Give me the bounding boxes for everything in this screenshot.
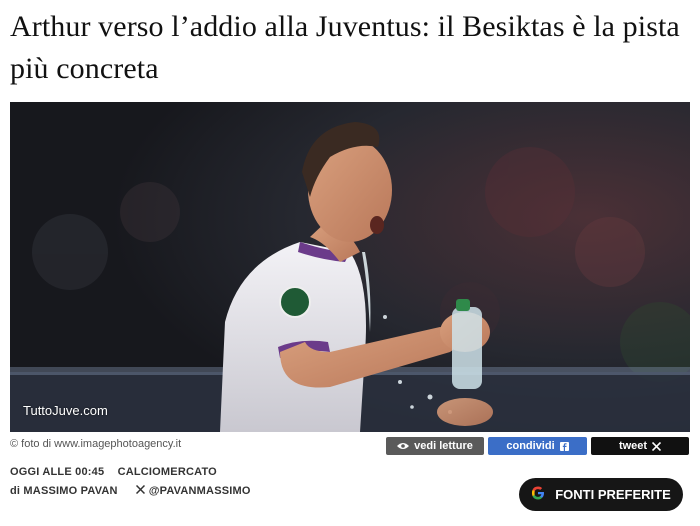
preferred-sources-label: FONTI PREFERITE <box>555 487 671 502</box>
author-name[interactable]: di MASSIMO PAVAN <box>10 485 118 497</box>
article-actions: vedi letture condividi tweet <box>386 437 689 455</box>
photo-watermark: TuttoJuve.com <box>23 403 108 418</box>
view-reads-label: vedi letture <box>414 440 473 452</box>
photo-illustration <box>10 102 690 432</box>
facebook-icon <box>559 441 569 451</box>
x-icon <box>652 441 662 451</box>
author-x-link[interactable]: @PAVANMASSIMO <box>135 484 251 497</box>
article-category[interactable]: CALCIOMERCATO <box>118 466 217 478</box>
view-reads-button[interactable]: vedi letture <box>386 437 484 455</box>
google-icon <box>531 486 545 503</box>
tweet-label: tweet <box>618 440 648 452</box>
article-photo: TuttoJuve.com <box>10 102 690 432</box>
tweet-button[interactable]: tweet <box>591 437 689 455</box>
photo-credit: © foto di www.imagephotoagency.it <box>10 438 182 450</box>
author-line: di MASSIMO PAVAN @PAVANMASSIMO <box>10 484 251 497</box>
preferred-sources-button[interactable]: FONTI PREFERITE <box>519 478 683 511</box>
share-label: condividi <box>506 440 555 452</box>
article-meta: OGGI ALLE 00:45 CALCIOMERCATO <box>10 466 217 478</box>
eye-icon <box>397 442 410 450</box>
share-button[interactable]: condividi <box>488 437 587 455</box>
publish-date: OGGI ALLE 00:45 <box>10 466 105 478</box>
article-title: Arthur verso l’addio alla Juventus: il B… <box>10 10 680 85</box>
author-x-handle: @PAVANMASSIMO <box>148 485 251 497</box>
x-icon <box>135 484 145 497</box>
